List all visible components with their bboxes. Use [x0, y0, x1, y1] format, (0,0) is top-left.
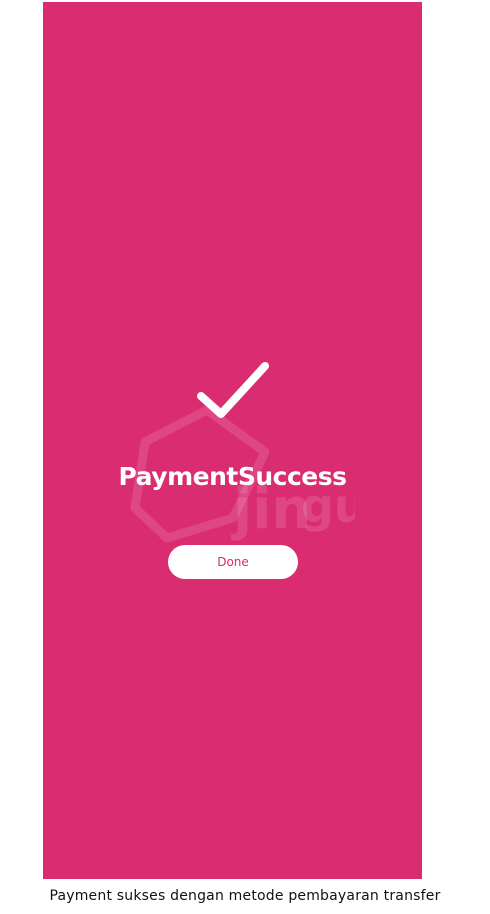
- page: jin gu PaymentSuccess Done Payment sukse…: [0, 0, 490, 914]
- screenshot-caption: Payment sukses dengan metode pembayaran …: [49, 888, 441, 904]
- payment-success-screen: jin gu PaymentSuccess Done: [43, 2, 422, 879]
- done-button[interactable]: Done: [168, 545, 298, 579]
- page-title: PaymentSuccess: [118, 462, 347, 491]
- checkmark-icon: [197, 362, 269, 418]
